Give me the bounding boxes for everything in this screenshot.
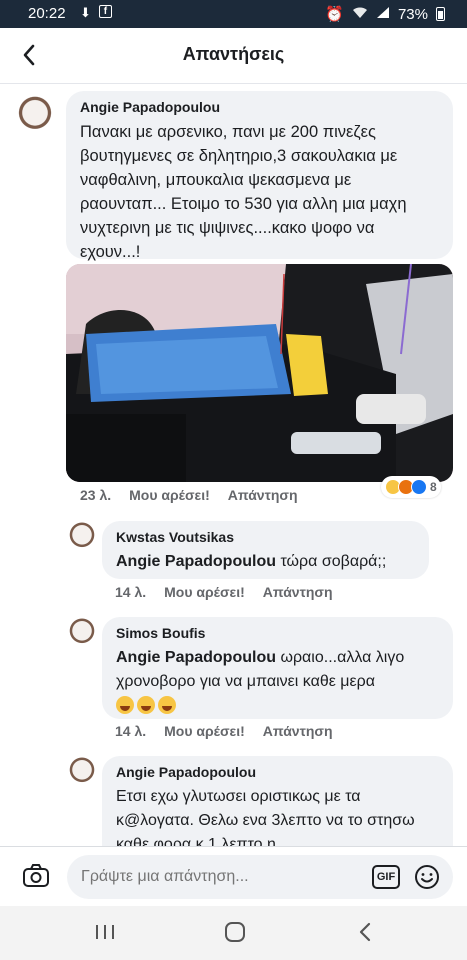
replies-header: Απαντήσεις <box>0 28 467 84</box>
like-button[interactable]: Μου αρέσει! <box>129 487 210 503</box>
avatar[interactable] <box>66 522 98 554</box>
reply-text: τώρα σοβαρά;; <box>280 553 387 570</box>
alarm-icon: ⏰ <box>325 6 344 23</box>
mention-link[interactable]: Angie Papadopoulou <box>116 649 276 666</box>
comment-actions: 23 λ. Μου αρέσει! Απάντηση <box>80 487 298 503</box>
battery-percent: 73% <box>397 5 428 23</box>
reply-button[interactable]: Απάντηση <box>228 487 298 503</box>
comment-author[interactable]: Angie Papadopoulou <box>80 99 439 115</box>
reply-time[interactable]: 14 λ. <box>115 584 146 600</box>
wifi-icon <box>352 6 368 23</box>
emoji-icon[interactable] <box>414 864 440 890</box>
home-icon[interactable] <box>224 922 246 947</box>
reply-bubble[interactable]: Simos Boufis Angie Papadopoulou ωραιο...… <box>102 617 453 719</box>
reply-bubble[interactable]: Kwstas Voutsikas Angie Papadopoulou τώρα… <box>102 521 429 579</box>
battery-icon <box>436 7 445 21</box>
reply-author[interactable]: Kwstas Voutsikas <box>116 529 415 545</box>
reply-composer: GIF <box>0 846 467 906</box>
mention-link[interactable]: Angie Papadopoulou <box>116 553 276 570</box>
status-bar: 20:22 ⬇ f ⏰ 73% <box>0 0 467 28</box>
comment-text: Πανακι με αρσενικο, πανι με 200 πινεζες … <box>80 123 407 261</box>
reaction-count: 8 <box>430 480 437 494</box>
gif-button[interactable]: GIF <box>372 865 400 889</box>
signal-icon <box>376 6 390 23</box>
reply-author[interactable]: Angie Papadopoulou <box>116 764 439 780</box>
reply-button[interactable]: Απάντηση <box>263 584 333 600</box>
reply-button[interactable]: Απάντηση <box>263 723 333 739</box>
status-time: 20:22 <box>28 5 66 22</box>
comment-time[interactable]: 23 λ. <box>80 487 111 503</box>
download-icon: ⬇ <box>80 5 91 20</box>
like-reaction-icon <box>411 479 427 495</box>
like-button[interactable]: Μου αρέσει! <box>164 723 245 739</box>
reply-actions: 14 λ. Μου αρέσει! Απάντηση <box>115 584 333 600</box>
recent-apps-icon[interactable] <box>94 922 116 947</box>
avatar[interactable] <box>66 618 98 650</box>
reply-time[interactable]: 14 λ. <box>115 723 146 739</box>
reaction-summary[interactable]: 8 <box>381 476 441 498</box>
avatar[interactable] <box>66 757 98 789</box>
laughing-emojis <box>116 696 439 714</box>
laughing-emoji-icon <box>158 696 176 714</box>
comment-bubble[interactable]: Angie Papadopoulou Πανακι με αρσενικο, π… <box>66 91 453 261</box>
like-button[interactable]: Μου αρέσει! <box>164 584 245 600</box>
reply-actions: 14 λ. Μου αρέσει! Απάντηση <box>115 723 333 739</box>
page-title: Απαντήσεις <box>182 44 285 64</box>
facebook-notification-icon: f <box>98 5 112 18</box>
nav-back-icon[interactable] <box>356 922 376 947</box>
system-navigation-bar <box>0 906 467 960</box>
avatar[interactable] <box>14 96 56 138</box>
laughing-emoji-icon <box>116 696 134 714</box>
comment-photo[interactable] <box>66 264 453 482</box>
camera-icon[interactable] <box>22 863 50 889</box>
reply-author[interactable]: Simos Boufis <box>116 625 439 641</box>
laughing-emoji-icon <box>137 696 155 714</box>
